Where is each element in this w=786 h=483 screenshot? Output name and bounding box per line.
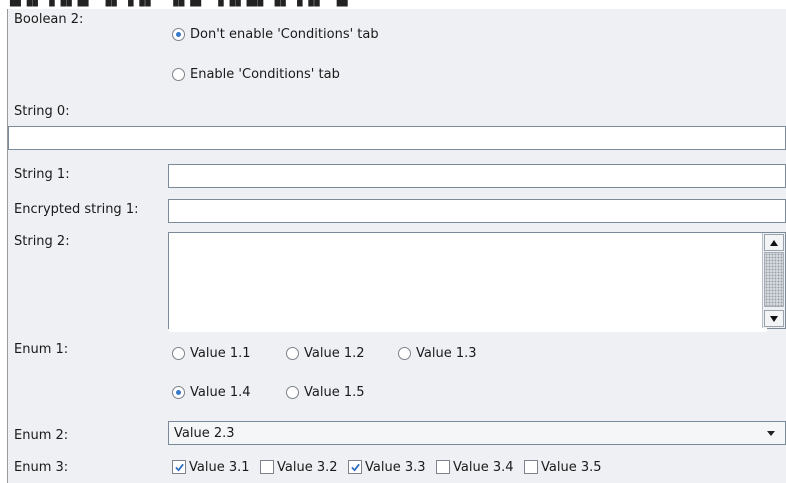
encrypted-string1-field[interactable] [168, 199, 786, 223]
enum2-label: Enum 2: [14, 428, 69, 443]
checkbox-box [260, 460, 274, 474]
radio-circle [286, 385, 299, 399]
string1-label: String 1: [14, 167, 70, 182]
radio-label: Don't enable 'Conditions' tab [190, 26, 379, 42]
scroll-thumb[interactable] [764, 252, 784, 307]
enum2-dropdown[interactable]: Value 2.3 [168, 421, 786, 445]
enum2-selected-value: Value 2.3 [174, 425, 235, 441]
string0-label: String 0: [14, 104, 70, 119]
checkbox-value-3-2[interactable]: Value 3.2 [260, 457, 338, 477]
radio-label: Value 1.1 [190, 345, 251, 361]
string1-field[interactable] [168, 164, 786, 188]
arrow-down-icon [770, 315, 778, 322]
radio-label: Value 1.4 [190, 384, 251, 400]
checkbox-value-3-3[interactable]: Value 3.3 [348, 457, 426, 477]
checkbox-box [348, 460, 362, 474]
radio-value-1-1[interactable]: Value 1.1 [172, 343, 251, 363]
radio-label: Enable 'Conditions' tab [190, 66, 340, 82]
radio-value-1-5[interactable]: Value 1.5 [286, 382, 365, 402]
string2-label: String 2: [14, 234, 70, 249]
radio-enable-conditions[interactable]: Enable 'Conditions' tab [172, 64, 340, 84]
chevron-down-icon [767, 430, 775, 436]
checkbox-label: Value 3.3 [365, 459, 426, 475]
scroll-up-button[interactable] [764, 234, 784, 251]
clipped-header-text: ▄▗▖▗▗▖▄▘▗▖▗▗▖▘▗▖▄▘▗▗▖▄▖▗▖▗▗▖▘▄▘ [10, 0, 359, 7]
checkbox-value-3-5[interactable]: Value 3.5 [524, 457, 602, 477]
checkbox-label: Value 3.5 [541, 459, 602, 475]
checkbox-value-3-1[interactable]: Value 3.1 [172, 457, 250, 477]
arrow-up-icon [770, 239, 778, 246]
radio-circle [398, 346, 411, 360]
boolean2-label: Boolean 2: [14, 12, 84, 27]
check-icon [174, 463, 184, 472]
checkbox-box [524, 460, 538, 474]
checkbox-label: Value 3.1 [189, 459, 250, 475]
enum1-label: Enum 1: [14, 342, 69, 357]
enum3-label: Enum 3: [14, 460, 69, 475]
checkbox-value-3-4[interactable]: Value 3.4 [436, 457, 514, 477]
scroll-down-button[interactable] [764, 310, 784, 327]
radio-value-1-2[interactable]: Value 1.2 [286, 343, 365, 363]
top-clipped-header: ▄▗▖▗▗▖▄▘▗▖▗▗▖▘▗▖▄▘▗▗▖▄▖▗▖▗▗▖▘▄▘ [0, 0, 786, 9]
radio-circle [172, 346, 185, 360]
radio-value-1-3[interactable]: Value 1.3 [398, 343, 477, 363]
radio-value-1-4[interactable]: Value 1.4 [172, 382, 251, 402]
string2-textarea-container [168, 232, 786, 332]
checkbox-label: Value 3.4 [453, 459, 514, 475]
checkbox-box [436, 460, 450, 474]
radio-circle [172, 385, 185, 399]
radio-label: Value 1.2 [304, 345, 365, 361]
string2-textarea[interactable] [169, 233, 767, 332]
encrypted-string1-label: Encrypted string 1: [14, 202, 139, 217]
check-icon [350, 463, 360, 472]
radio-circle [172, 27, 185, 41]
radio-dont-enable-conditions[interactable]: Don't enable 'Conditions' tab [172, 24, 379, 44]
string0-field[interactable] [8, 126, 786, 150]
radio-circle [172, 67, 185, 81]
string2-scrollbar[interactable] [762, 233, 785, 328]
radio-circle [286, 346, 299, 360]
radio-label: Value 1.3 [416, 345, 477, 361]
checkbox-box [172, 460, 186, 474]
radio-label: Value 1.5 [304, 384, 365, 400]
checkbox-label: Value 3.2 [277, 459, 338, 475]
